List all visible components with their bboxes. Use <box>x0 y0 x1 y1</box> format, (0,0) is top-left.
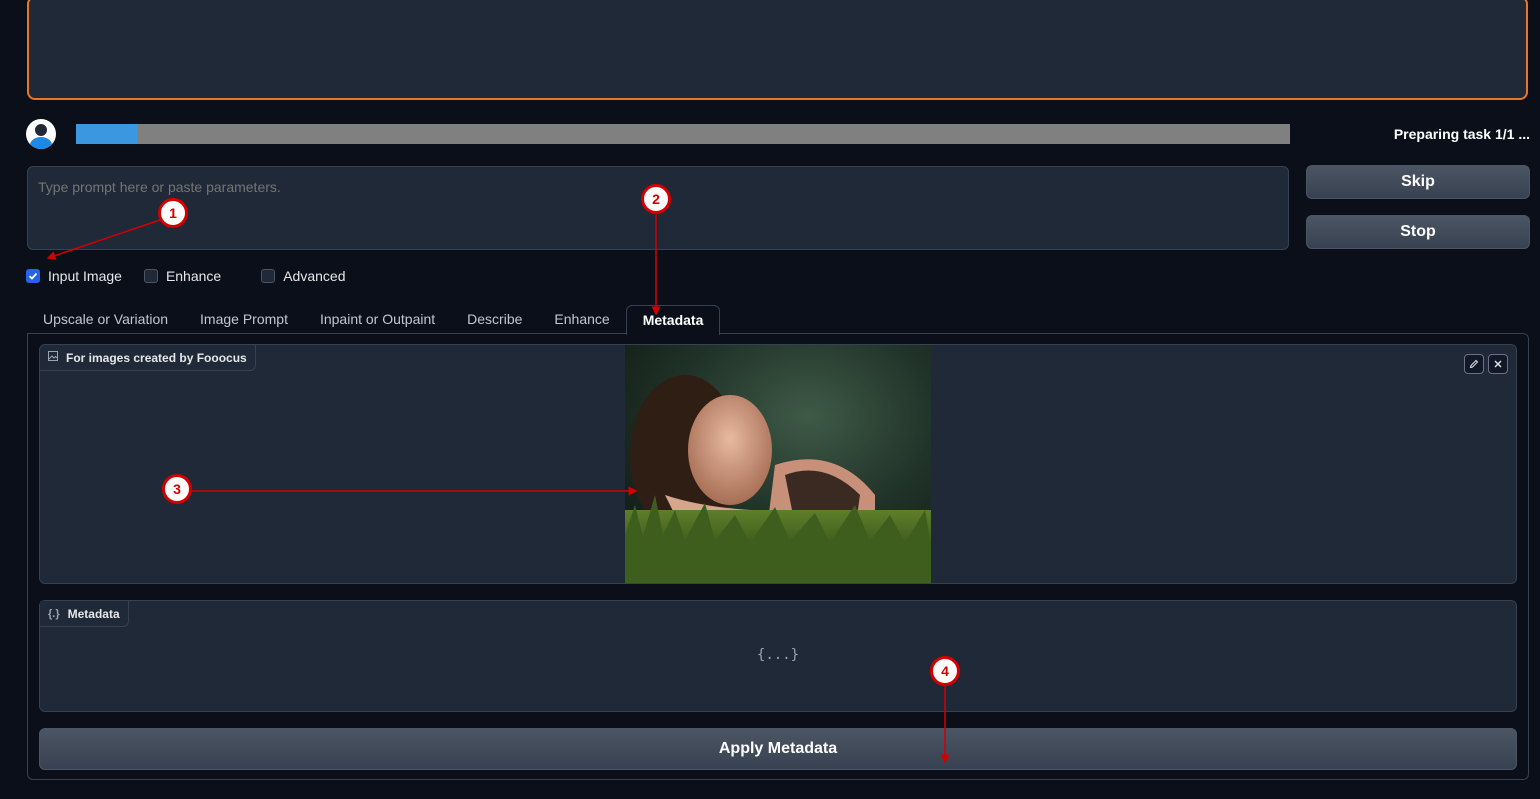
annotation-marker-1: 1 <box>158 198 188 228</box>
checkbox-checked[interactable] <box>26 269 40 283</box>
input-image-tabs: Upscale or Variation Image Prompt Inpain… <box>27 305 721 335</box>
skip-button[interactable]: Skip <box>1306 165 1530 199</box>
metadata-label-text: Metadata <box>67 606 120 621</box>
metadata-label: {.} Metadata <box>40 601 129 627</box>
annotation-marker-2: 2 <box>641 184 671 214</box>
edit-icon <box>1469 359 1479 369</box>
image-input-label: For images created by Fooocus <box>40 345 256 371</box>
input-image-label: Input Image <box>48 268 122 284</box>
advanced-label: Advanced <box>283 268 346 284</box>
apply-metadata-button[interactable]: Apply Metadata <box>39 728 1517 770</box>
uploaded-photo <box>625 345 931 583</box>
annotation-marker-3: 3 <box>162 474 192 504</box>
options-row: Input Image Enhance Advanced <box>26 268 372 284</box>
tab-enhance[interactable]: Enhance <box>538 305 625 334</box>
close-icon <box>1494 360 1502 368</box>
json-icon: {.} <box>48 607 60 620</box>
advanced-checkbox[interactable]: Advanced <box>261 268 346 284</box>
check-icon <box>28 272 38 280</box>
tab-describe[interactable]: Describe <box>451 305 538 334</box>
tab-inpaint-or-outpaint[interactable]: Inpaint or Outpaint <box>304 305 451 334</box>
user-avatar-icon <box>26 119 56 149</box>
clear-image-button[interactable] <box>1488 354 1508 374</box>
input-image-checkbox[interactable]: Input Image <box>26 268 122 284</box>
checkbox-unchecked[interactable] <box>261 269 276 283</box>
tab-upscale-or-variation[interactable]: Upscale or Variation <box>27 305 184 334</box>
stop-button[interactable]: Stop <box>1306 215 1530 249</box>
image-input-label-text: For images created by Fooocus <box>66 350 247 365</box>
enhance-label: Enhance <box>165 268 222 284</box>
gallery-output-frame <box>27 0 1528 100</box>
enhance-checkbox[interactable]: Enhance <box>143 268 222 284</box>
tab-metadata[interactable]: Metadata <box>625 305 721 335</box>
image-icon <box>48 351 58 364</box>
progress-bar <box>76 124 1290 144</box>
metadata-json-output: {.} Metadata {...} <box>39 600 1517 712</box>
checkbox-unchecked[interactable] <box>143 269 158 283</box>
metadata-empty-placeholder: {...} <box>756 647 800 663</box>
progress-bar-fill <box>76 124 137 144</box>
edit-image-button[interactable] <box>1464 354 1484 374</box>
tab-image-prompt[interactable]: Image Prompt <box>184 305 304 334</box>
progress-status-text: Preparing task 1/1 ... <box>1393 126 1530 142</box>
metadata-image-input[interactable]: For images created by Fooocus <box>39 344 1517 584</box>
annotation-marker-4: 4 <box>930 656 960 686</box>
